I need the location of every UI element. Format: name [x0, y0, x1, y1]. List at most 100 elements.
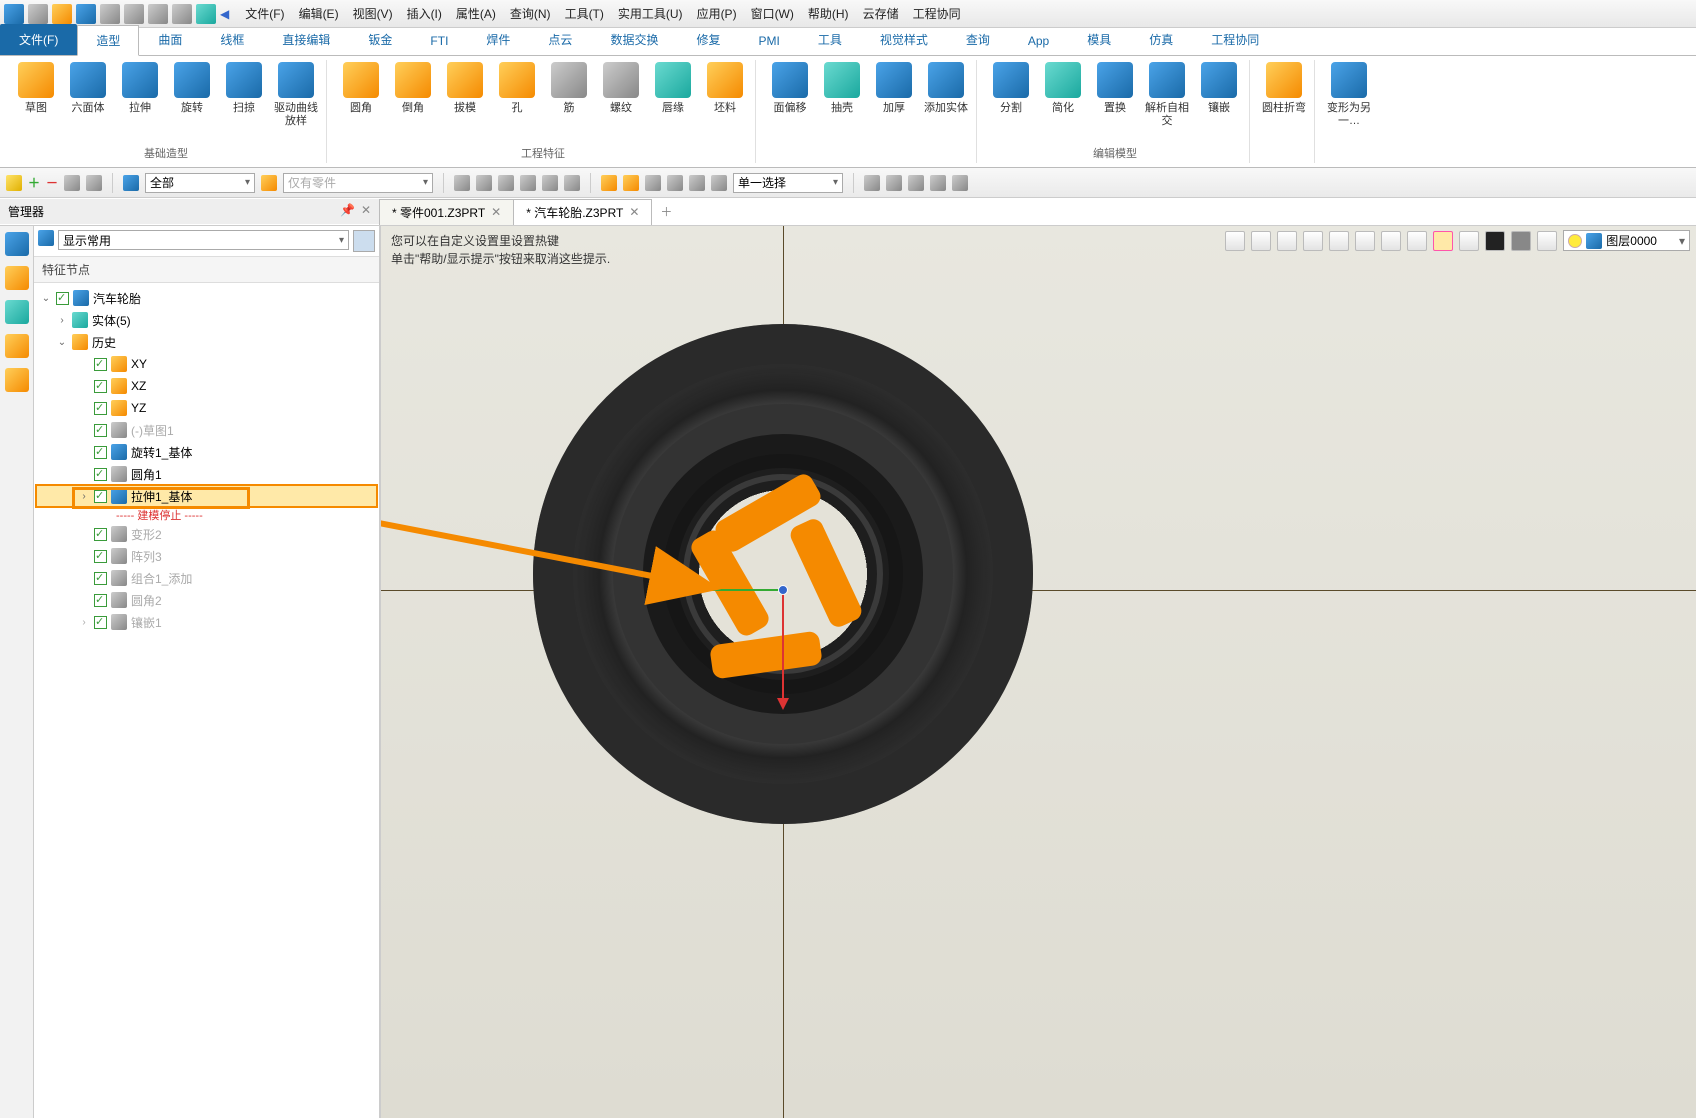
checkbox[interactable]: [94, 594, 107, 607]
vp-color-dark[interactable]: [1485, 231, 1505, 251]
ribbon-btn-2-1[interactable]: 抽壳: [818, 60, 866, 115]
tree-item-0[interactable]: XY: [36, 353, 377, 375]
view-icon-2[interactable]: [5, 300, 29, 324]
vp-ic-8[interactable]: [1407, 231, 1427, 251]
ribbon-tab-11[interactable]: PMI: [739, 27, 798, 55]
ribbon-tab-5[interactable]: 钣金: [349, 24, 411, 55]
tree-filter-icon[interactable]: [353, 230, 375, 252]
menu-3[interactable]: 插入(I): [407, 5, 442, 22]
menu-12[interactable]: 工程协同: [913, 5, 961, 22]
ribbon-btn-0-5[interactable]: 驱动曲线放样: [272, 60, 320, 128]
t1-icon[interactable]: [454, 175, 470, 191]
tree-history[interactable]: ⌄历史: [36, 331, 377, 353]
ribbon-tab-0[interactable]: 文件(F): [0, 24, 77, 55]
tree-item-12[interactable]: ›镶嵌1: [36, 611, 377, 633]
vp-ic-9[interactable]: [1459, 231, 1479, 251]
t9-icon[interactable]: [645, 175, 661, 191]
new-icon[interactable]: [28, 4, 48, 24]
tree-item-3[interactable]: (-)草图1: [36, 419, 377, 441]
checkbox[interactable]: [94, 358, 107, 371]
ribbon-tab-3[interactable]: 线框: [201, 24, 263, 55]
checkbox[interactable]: [94, 528, 107, 541]
tree-item-9[interactable]: 阵列3: [36, 545, 377, 567]
menu-1[interactable]: 编辑(E): [299, 5, 339, 22]
tree-item-11[interactable]: 圆角2: [36, 589, 377, 611]
view-icon-1[interactable]: [5, 266, 29, 290]
checkbox[interactable]: [94, 490, 107, 503]
ribbon-btn-2-0[interactable]: 面偏移: [766, 60, 814, 115]
menu-11[interactable]: 云存储: [863, 5, 899, 22]
ribbon-tab-7[interactable]: 焊件: [467, 24, 529, 55]
ribbon-tab-2[interactable]: 曲面: [139, 24, 201, 55]
vp-ic-4[interactable]: [1303, 231, 1323, 251]
ribbon-tab-10[interactable]: 修复: [677, 24, 739, 55]
ribbon-btn-0-3[interactable]: 旋转: [168, 60, 216, 115]
ribbon-tab-16[interactable]: 模具: [1068, 24, 1130, 55]
checkbox[interactable]: [94, 616, 107, 629]
refresh-icon[interactable]: [196, 4, 216, 24]
s1-icon[interactable]: [864, 175, 880, 191]
t7-icon[interactable]: [601, 175, 617, 191]
doc-tab-0[interactable]: * 零件001.Z3PRT✕: [379, 199, 514, 225]
redo-icon[interactable]: [172, 4, 192, 24]
close-tab-icon[interactable]: ✕: [491, 205, 501, 219]
checkbox[interactable]: [94, 550, 107, 563]
ribbon-tab-17[interactable]: 仿真: [1130, 24, 1192, 55]
undo-icon[interactable]: [148, 4, 168, 24]
ribbon-btn-4-0[interactable]: 圆柱折弯: [1260, 60, 1308, 115]
tree-item-1[interactable]: XZ: [36, 375, 377, 397]
viewport-3d[interactable]: 您可以在自定义设置里设置热键 单击"帮助/显示提示"按钮来取消这些提示. 图层0…: [380, 226, 1696, 1118]
ribbon-btn-2-2[interactable]: 加厚: [870, 60, 918, 115]
view-icon-3[interactable]: [5, 334, 29, 358]
t2-icon[interactable]: [476, 175, 492, 191]
checkbox[interactable]: [94, 380, 107, 393]
vp-color-gray[interactable]: [1511, 231, 1531, 251]
tree-item-6[interactable]: ›拉伸1_基体: [36, 485, 377, 507]
tree-root[interactable]: ⌄汽车轮胎: [36, 287, 377, 309]
checkbox[interactable]: [94, 446, 107, 459]
s5-icon[interactable]: [952, 175, 968, 191]
ribbon-tab-15[interactable]: App: [1009, 27, 1068, 55]
feature-tree[interactable]: ⌄汽车轮胎›实体(5)⌄历史XYXZYZ(-)草图1旋转1_基体圆角1›拉伸1_…: [34, 283, 379, 1118]
ribbon-tab-18[interactable]: 工程协同: [1192, 24, 1278, 55]
print-icon[interactable]: [100, 4, 120, 24]
tree-item-8[interactable]: 变形2: [36, 523, 377, 545]
ribbon-btn-1-3[interactable]: 孔: [493, 60, 541, 115]
t11-icon[interactable]: [689, 175, 705, 191]
ribbon-btn-1-2[interactable]: 拔模: [441, 60, 489, 115]
print-preview-icon[interactable]: [124, 4, 144, 24]
s2-icon[interactable]: [886, 175, 902, 191]
ribbon-tab-14[interactable]: 查询: [947, 24, 1009, 55]
close-panel-icon[interactable]: ✕: [361, 203, 371, 220]
tree-item-2[interactable]: YZ: [36, 397, 377, 419]
ribbon-btn-3-1[interactable]: 简化: [1039, 60, 1087, 115]
menu-10[interactable]: 帮助(H): [808, 5, 849, 22]
tree-item-4[interactable]: 旋转1_基体: [36, 441, 377, 463]
tree-item-10[interactable]: 组合1_添加: [36, 567, 377, 589]
lasso-icon[interactable]: [86, 175, 102, 191]
checkbox[interactable]: [94, 424, 107, 437]
ribbon-tab-1[interactable]: 造型: [77, 25, 139, 56]
vp-ic-2[interactable]: [1251, 231, 1271, 251]
menu-6[interactable]: 工具(T): [565, 5, 604, 22]
doc-tab-1[interactable]: * 汽车轮胎.Z3PRT✕: [513, 199, 652, 225]
save-icon[interactable]: [76, 4, 96, 24]
vp-ic-7[interactable]: [1381, 231, 1401, 251]
t6-icon[interactable]: [564, 175, 580, 191]
select-mode-combo[interactable]: 单一选择: [733, 173, 843, 193]
checkbox[interactable]: [94, 572, 107, 585]
menu-0[interactable]: 文件(F): [245, 5, 284, 22]
ribbon-tab-9[interactable]: 数据交换: [591, 24, 677, 55]
ribbon-tab-8[interactable]: 点云: [529, 24, 591, 55]
ribbon-tab-12[interactable]: 工具: [799, 24, 861, 55]
menu-5[interactable]: 查询(N): [510, 5, 551, 22]
pin-icon[interactable]: 📌: [340, 203, 355, 220]
ribbon-btn-0-0[interactable]: 草图: [12, 60, 60, 115]
filter-scope-combo[interactable]: 全部: [145, 173, 255, 193]
ribbon-tab-13[interactable]: 视觉样式: [861, 24, 947, 55]
layer-combo[interactable]: 图层0000▾: [1563, 230, 1690, 251]
box-select-icon[interactable]: [64, 175, 80, 191]
t3-icon[interactable]: [498, 175, 514, 191]
vp-ic-5[interactable]: [1329, 231, 1349, 251]
display-combo[interactable]: 显示常用: [58, 230, 349, 250]
